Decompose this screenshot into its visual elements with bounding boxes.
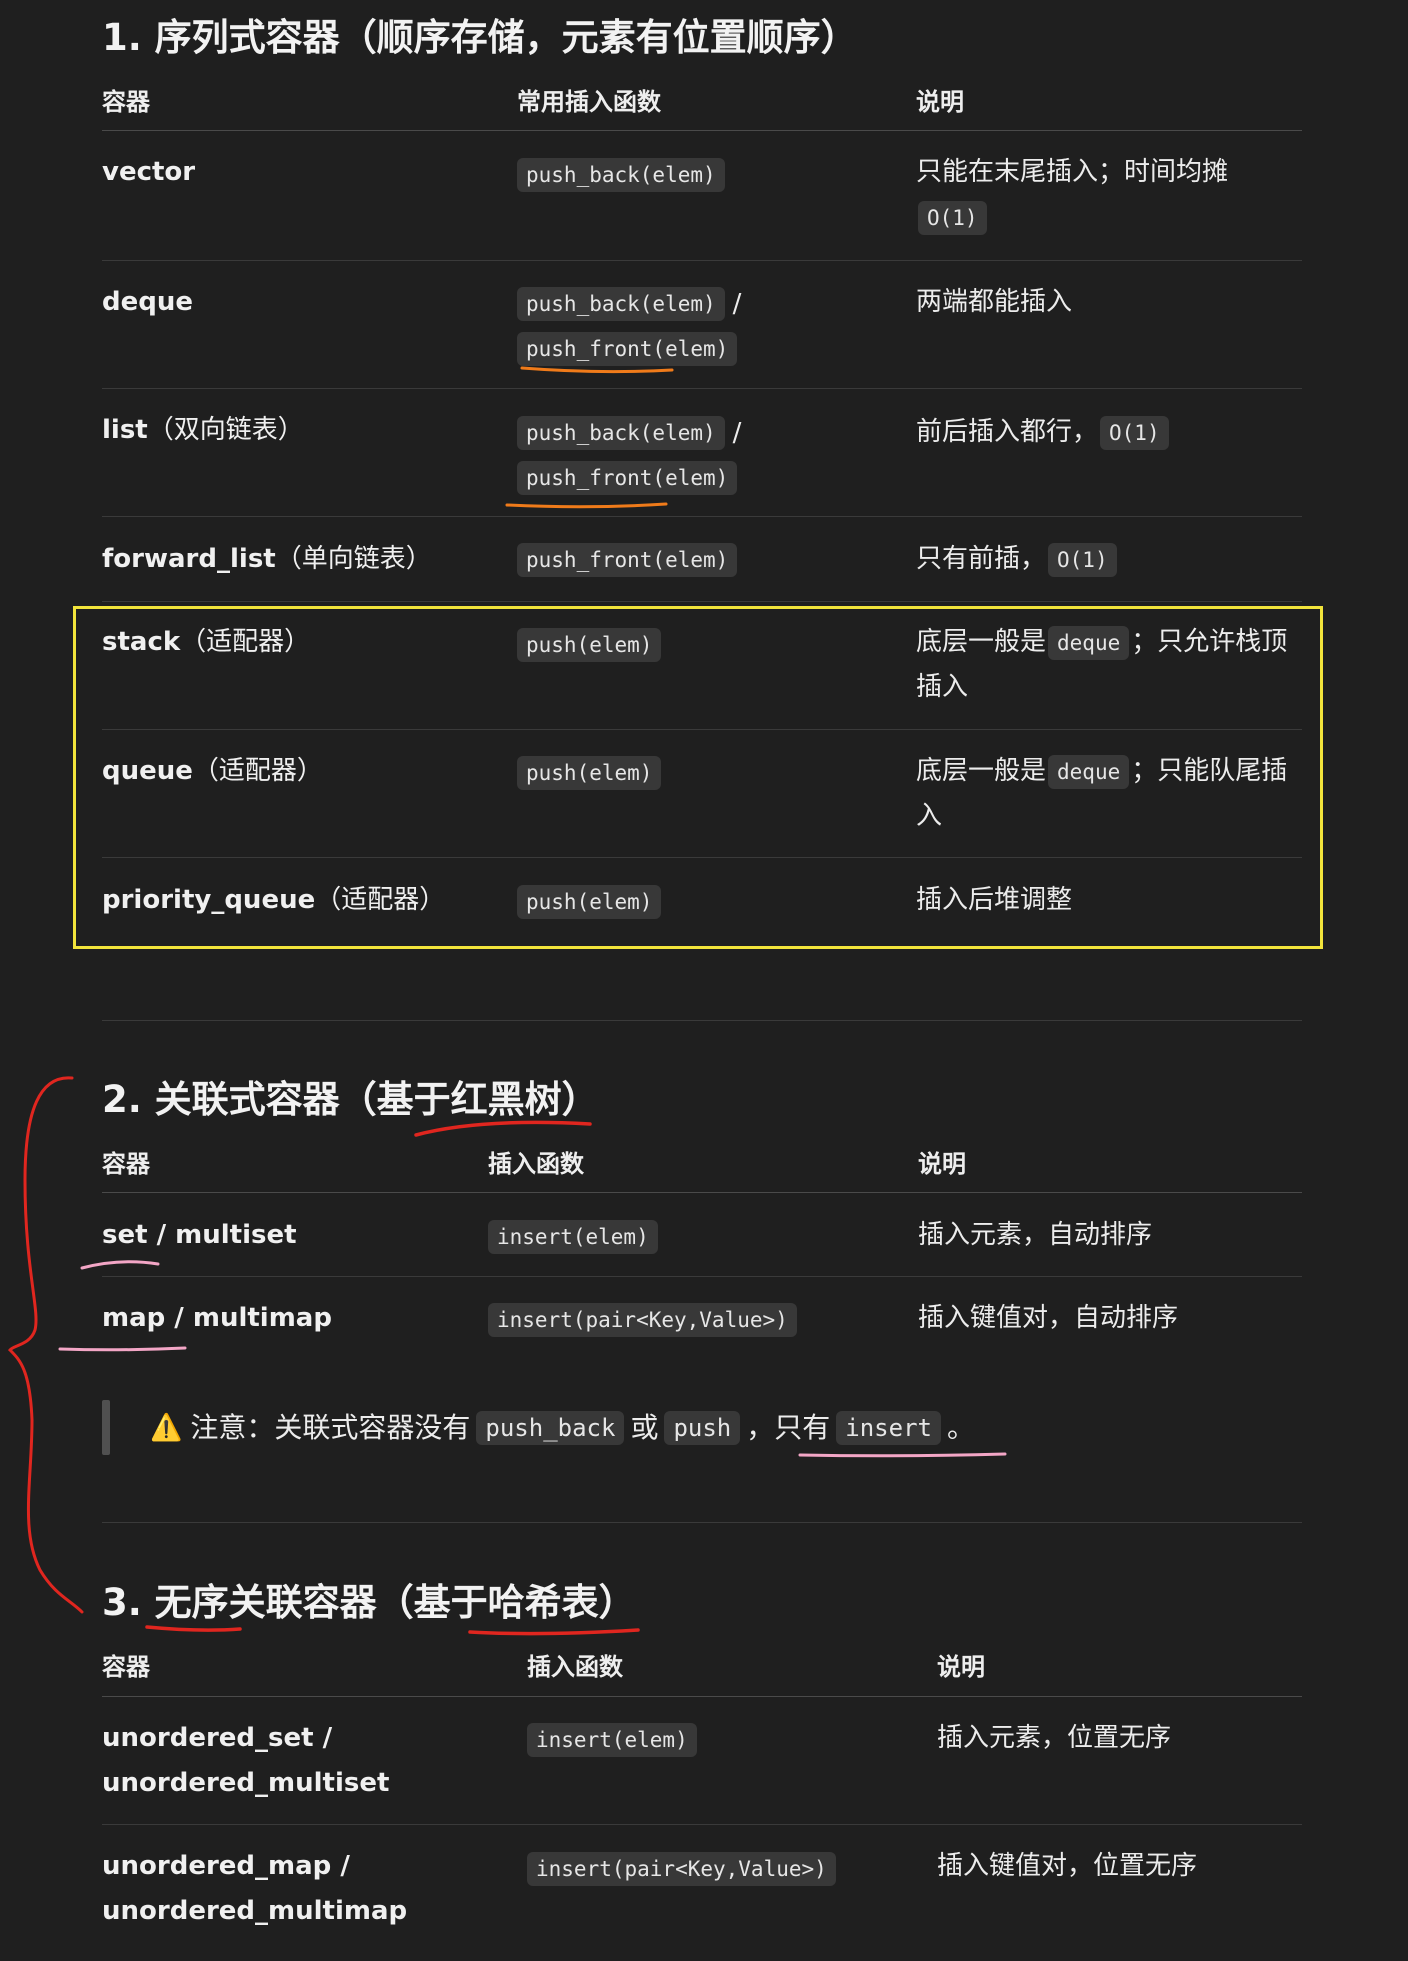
code-snippet: insert(pair<Key,Value>) — [527, 1851, 836, 1886]
table-row-funcs: push_back(elem) / push_front(elem) — [517, 410, 741, 500]
section1-header-func: 常用插入函数 — [517, 88, 661, 116]
code-snippet: insert(elem) — [488, 1219, 658, 1254]
section3-title: 3. 无序关联容器（基于哈希表） — [102, 1581, 636, 1624]
section2-title: 2. 关联式容器（基于红黑树） — [102, 1078, 599, 1121]
section1-title: 1. 序列式容器（顺序存储，元素有位置顺序） — [102, 16, 858, 59]
section3-header-divider — [102, 1696, 1302, 1697]
section3-header-desc: 说明 — [937, 1653, 985, 1681]
row-divider — [102, 1276, 1302, 1277]
row-divider — [102, 1824, 1302, 1825]
table-row-funcs: push_back(elem) / push_front(elem) — [517, 281, 741, 371]
code-snippet: O(1) — [918, 201, 987, 235]
document-page: 1. 序列式容器（顺序存储，元素有位置顺序） 容器 常用插入函数 说明 vect… — [0, 0, 1408, 1961]
code-snippet: O(1) — [1100, 416, 1169, 450]
code-snippet: insert — [836, 1411, 941, 1445]
blockquote-bar — [102, 1400, 110, 1455]
red-underline — [145, 1625, 242, 1632]
section-divider — [102, 1522, 1302, 1523]
table-row-name: map / multimap — [102, 1303, 332, 1333]
row-divider — [102, 516, 1302, 517]
table-row-funcs: push_front(elem) — [517, 537, 738, 582]
table-row-name: unordered_map / unordered_multimap — [102, 1851, 408, 1926]
table-row-funcs: insert(elem) — [527, 1717, 697, 1762]
code-snippet: push — [664, 1411, 741, 1445]
notice-blockquote: ⚠️ 注意：关联式容器没有 push_back 或 push ， 只有 inse… — [150, 1405, 975, 1451]
pink-underline — [58, 1346, 187, 1352]
section3-header-container: 容器 — [102, 1653, 150, 1681]
code-snippet: insert(elem) — [527, 1722, 697, 1757]
code-snippet: push_back(elem) — [517, 286, 725, 321]
section2-header-container: 容器 — [102, 1150, 150, 1178]
code-snippet: O(1) — [1048, 543, 1117, 577]
section1-header-desc: 说明 — [916, 88, 964, 116]
section3-header-func: 插入函数 — [527, 1653, 623, 1681]
code-snippet: push_front(elem) — [517, 460, 738, 495]
section2-header-desc: 说明 — [918, 1150, 966, 1178]
row-divider — [102, 260, 1302, 261]
row-divider — [102, 601, 1302, 602]
code-snippet: insert(pair<Key,Value>) — [488, 1302, 797, 1337]
section1-header-divider — [102, 130, 1302, 131]
section1-header-container: 容器 — [102, 88, 150, 116]
table-row-desc: 插入键值对，位置无序 — [937, 1851, 1198, 1881]
table-row-name: forward_list（单向链表） — [102, 544, 432, 574]
table-row-funcs: push_back(elem) — [517, 152, 725, 197]
pink-underline — [798, 1452, 1007, 1458]
table-row-desc: 两端都能插入 — [916, 287, 1073, 317]
table-row-desc: 只能在末尾插入；时间均摊 O(1) — [916, 150, 1228, 240]
table-row-funcs: insert(pair<Key,Value>) — [488, 1297, 797, 1342]
table-row-desc: 插入元素，自动排序 — [918, 1220, 1153, 1250]
warning-icon: ⚠️ — [150, 1413, 183, 1443]
table-row-desc: 插入键值对，自动排序 — [918, 1303, 1179, 1333]
section-divider — [102, 1020, 1302, 1021]
table-row-desc: 插入元素，位置无序 — [937, 1723, 1172, 1753]
table-row-funcs: insert(elem) — [488, 1214, 658, 1259]
red-underline — [414, 1120, 592, 1137]
table-row-funcs: insert(pair<Key,Value>) — [527, 1846, 836, 1891]
red-underline — [468, 1628, 640, 1636]
red-brace — [7, 1076, 84, 1614]
code-snippet: push_back — [476, 1411, 625, 1445]
section2-header-divider — [102, 1192, 1302, 1193]
code-snippet: push_back(elem) — [517, 415, 725, 450]
table-row-desc: 只有前插， O(1) — [916, 537, 1119, 582]
highlight-box — [73, 606, 1323, 949]
table-row-name: vector — [102, 157, 196, 187]
code-snippet: push_back(elem) — [517, 157, 725, 192]
orange-underline — [505, 502, 668, 509]
table-row-desc: 前后插入都行， O(1) — [916, 410, 1171, 455]
section2-header-func: 插入函数 — [488, 1150, 584, 1178]
code-snippet: push_front(elem) — [517, 542, 738, 577]
table-row-name: set / multiset — [102, 1220, 297, 1250]
pink-underline — [80, 1260, 160, 1270]
table-row-name: list（双向链表） — [102, 415, 304, 445]
code-snippet: push_front(elem) — [517, 331, 738, 366]
table-row-name: unordered_set / unordered_multiset — [102, 1723, 390, 1798]
table-row-name: deque — [102, 287, 193, 317]
row-divider — [102, 388, 1302, 389]
